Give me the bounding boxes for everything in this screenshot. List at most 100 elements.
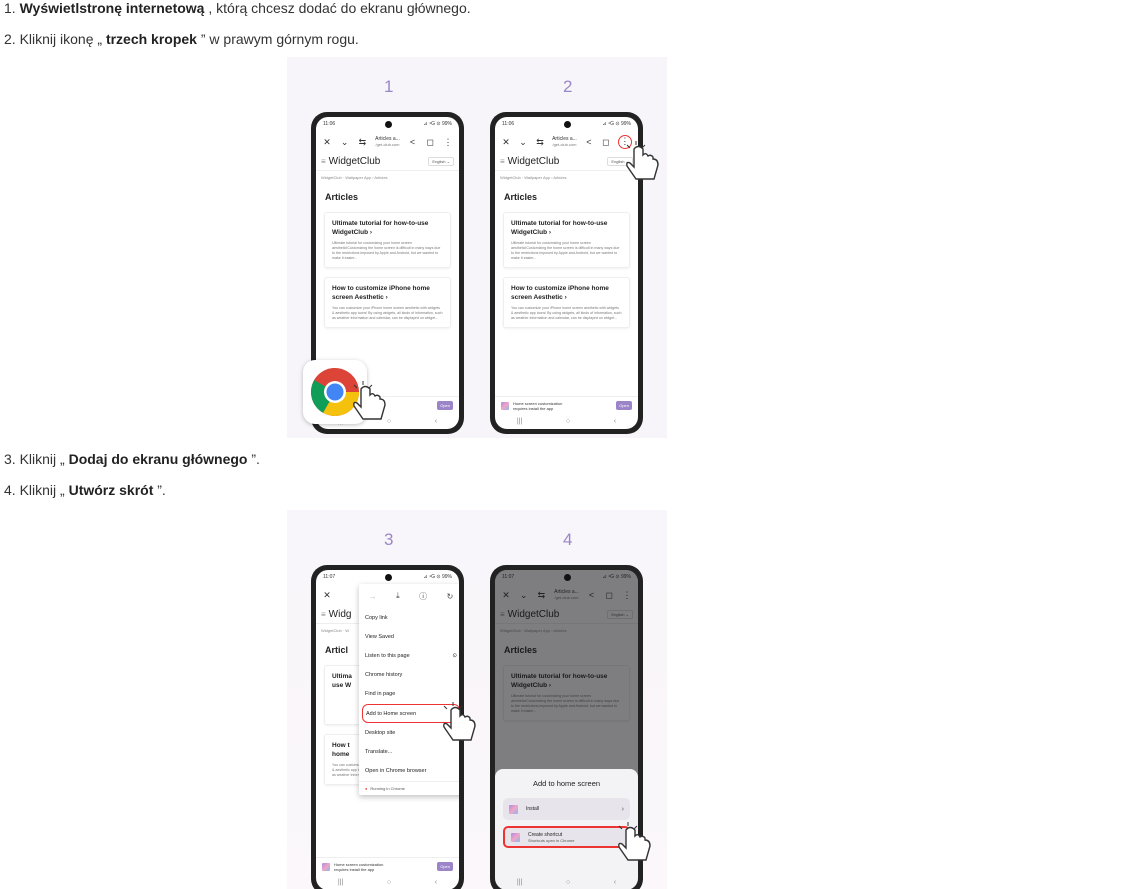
breadcrumb: WidgetClub · Wallpaper App › Articles <box>500 175 567 180</box>
back-icon[interactable]: ‹ <box>435 879 437 886</box>
install-option[interactable]: Install › <box>503 798 630 820</box>
refresh-icon[interactable]: ↻ <box>447 592 454 601</box>
step-1-suffix: , którą chcesz dodać do ekranu głównego. <box>204 0 471 16</box>
browser-toolbar: ✕ ⌄ ⇆ Articles a.../get-club.com < ◻ ⋮ <box>316 131 459 153</box>
bookmark-icon[interactable]: ◻ <box>601 137 611 148</box>
close-icon[interactable]: ✕ <box>322 590 332 601</box>
camera-icon <box>384 121 392 128</box>
download-icon[interactable]: ⤓ <box>396 591 400 601</box>
bookmark-icon[interactable]: ◻ <box>425 137 435 148</box>
article-card[interactable]: How to customize iPhone home screen Aest… <box>503 277 630 328</box>
menu-item-label: Listen to this page <box>365 652 410 659</box>
articles-heading: Articles <box>325 192 359 202</box>
article-card-title: Ultimate tutorial for how-to-use WidgetC… <box>332 220 429 236</box>
language-select[interactable]: English ⌄ <box>428 157 454 166</box>
step-1-text: 1. Wyświetlstronę internetową , którą ch… <box>4 0 471 16</box>
shortcut-sublabel: Shortcuts open in Chrome <box>528 837 575 843</box>
banner-text-2: requires install the app <box>334 866 375 872</box>
article-card-desc: You can customize your iPhone home scree… <box>511 306 622 320</box>
app-icon <box>501 401 509 410</box>
tap-hand-icon <box>626 141 659 180</box>
app-icon <box>322 862 330 871</box>
brand-text: WidgetClub <box>328 156 381 167</box>
menu-item-open-in-chrome[interactable]: Open in Chrome browser <box>359 762 459 781</box>
menu-item-label: Find in page <box>365 691 396 698</box>
browser-toolbar: ✕ ⌄ ⇆ Articles a.../get-club.com < ◻ ⋮ <box>495 131 638 153</box>
back-icon[interactable]: ‹ <box>614 879 616 886</box>
url-box[interactable]: Articles a.../get-club.com <box>375 136 400 148</box>
article-card-title: Ultimate tutorial for how-to-use WidgetC… <box>511 220 608 236</box>
android-navbar: ||| ○ ‹ <box>495 875 638 889</box>
tune-icon[interactable]: ⇆ <box>535 137 545 148</box>
step-4-suffix: ”. <box>153 482 166 498</box>
back-icon[interactable]: ‹ <box>435 418 437 425</box>
article-card-desc: You can customize your iPhone home scree… <box>332 306 443 320</box>
camera-icon <box>384 574 392 581</box>
back-icon[interactable]: ‹ <box>614 418 616 425</box>
info-icon[interactable]: ⓘ <box>419 591 427 602</box>
menu-item-copy-link[interactable]: Copy link <box>359 608 459 627</box>
recent-apps-icon[interactable]: ||| <box>517 418 522 425</box>
app-icon <box>511 832 520 842</box>
step-3-prefix: 3. Kliknij „ <box>4 451 69 467</box>
home-icon[interactable]: ○ <box>387 879 391 886</box>
hamburger-icon[interactable]: ≡ <box>321 610 326 619</box>
menu-item-label: Translate... <box>365 748 393 755</box>
hamburger-icon[interactable]: ≡ <box>321 157 326 166</box>
article-card[interactable]: Ultimate tutorial for how-to-use WidgetC… <box>324 212 451 268</box>
step-2-bold: trzech kropek <box>105 31 197 47</box>
create-shortcut-option[interactable]: Create shortcut Shortcuts open in Chrome <box>503 826 630 848</box>
banner-text-1: Home screen customization <box>513 400 563 406</box>
chevron-down-icon[interactable]: ⌄ <box>518 137 528 148</box>
close-icon[interactable]: ✕ <box>501 137 511 148</box>
home-icon[interactable]: ○ <box>566 879 570 886</box>
chrome-small-icon: ● <box>365 785 368 791</box>
step-2-prefix: 2. Kliknij ikonę „ <box>4 31 106 47</box>
tap-hand-icon <box>443 702 476 741</box>
menu-item-listen[interactable]: Listen to this page ⊙ <box>359 646 459 665</box>
banner-open-button[interactable]: Open <box>437 862 453 871</box>
site-brand[interactable]: ≡ Widg <box>321 609 351 620</box>
share-icon[interactable]: < <box>408 137 418 147</box>
url-box[interactable]: Articles a.../get-club.com <box>552 136 577 148</box>
article-card-desc: Ultimate tutorial for customizing your h… <box>332 241 441 260</box>
tap-hand-icon <box>618 822 651 861</box>
status-time: 11:07 <box>323 574 336 580</box>
step-number-3: 3 <box>384 530 394 549</box>
share-icon[interactable]: < <box>584 137 594 147</box>
home-icon[interactable]: ○ <box>566 418 570 425</box>
banner-open-button[interactable]: Open <box>437 401 453 410</box>
forward-icon[interactable]: → <box>369 592 377 601</box>
status-time: 11:06 <box>502 121 515 127</box>
tune-icon[interactable]: ⇆ <box>357 137 367 148</box>
site-brand[interactable]: ≡WidgetClub <box>500 156 559 167</box>
more-dots-icon[interactable]: ⋮ <box>443 137 453 148</box>
recent-apps-icon[interactable]: ||| <box>517 879 522 886</box>
status-indicators: ⊿ ⁴G ⊙ 99% <box>423 121 452 127</box>
step-number-1: 1 <box>384 77 394 96</box>
figure-steps-1-2: 1 2 11:06 ⊿ ⁴G ⊙ 99% ✕ ⌄ ⇆ Articles a... /… <box>287 57 667 438</box>
site-brand[interactable]: ≡WidgetClub <box>321 156 380 167</box>
hamburger-icon[interactable]: ≡ <box>500 157 505 166</box>
close-icon[interactable]: ✕ <box>322 137 332 148</box>
banner-text-1: Home screen customization <box>334 861 384 867</box>
menu-footer: ● Running in Chrome <box>359 780 459 795</box>
menu-item-label: Chrome history <box>365 672 403 679</box>
menu-item-view-saved[interactable]: View Saved <box>359 627 459 646</box>
chevron-down-icon[interactable]: ⌄ <box>340 137 350 148</box>
status-indicators: ⊿ ⁴G ⊙ 99% <box>423 574 452 580</box>
step-number-2: 2 <box>563 77 573 96</box>
tap-hand-icon <box>353 381 386 420</box>
language-label: English <box>432 159 446 164</box>
article-card[interactable]: How to customize iPhone home screen Aest… <box>324 277 451 328</box>
android-navbar: ||| ○ ‹ <box>495 414 638 429</box>
menu-item-label: Desktop site <box>365 729 396 736</box>
menu-item-history[interactable]: Chrome history <box>359 666 459 685</box>
recent-apps-icon[interactable]: ||| <box>338 879 343 886</box>
banner-open-button[interactable]: Open <box>616 401 632 410</box>
article-card[interactable]: Ultimate tutorial for how-to-use WidgetC… <box>503 212 630 268</box>
article-card-desc: Ultimate tutorial for customizing your h… <box>511 241 620 260</box>
chrome-overflow-menu: → ⤓ ⓘ ↻ Copy link View Saved Listen to t… <box>359 584 459 795</box>
camera-icon <box>563 121 571 128</box>
articles-heading: Articles <box>504 192 538 202</box>
